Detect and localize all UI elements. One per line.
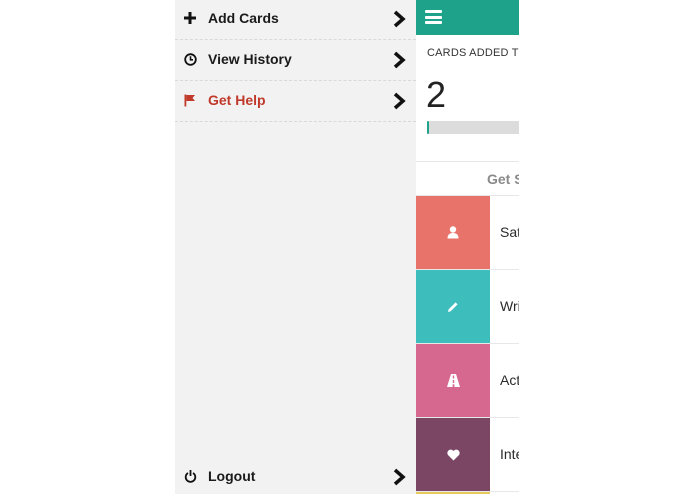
progress-fill bbox=[427, 121, 429, 134]
card-row-act[interactable]: Act bbox=[416, 344, 519, 418]
menu-item-label: Get Help bbox=[208, 92, 266, 108]
chevron-right-icon bbox=[392, 468, 406, 486]
menu-item-logout[interactable]: Logout bbox=[175, 458, 416, 498]
plus-icon bbox=[183, 11, 197, 25]
card-row-wri[interactable]: Wri bbox=[416, 270, 519, 344]
divider bbox=[416, 161, 519, 162]
pencil-icon bbox=[448, 301, 458, 312]
card-swatch bbox=[416, 196, 490, 269]
card-label: Inte bbox=[500, 446, 519, 462]
menu-item-add-cards[interactable]: Add Cards bbox=[175, 0, 416, 40]
chevron-right-icon bbox=[392, 10, 406, 28]
card-swatch bbox=[416, 418, 490, 491]
side-drawer: Add Cards View History Get Help Logout bbox=[175, 0, 416, 494]
clock-icon bbox=[183, 52, 197, 66]
card-row-inte[interactable]: Inte bbox=[416, 418, 519, 492]
card-swatch bbox=[416, 344, 490, 417]
menu-item-label: Logout bbox=[208, 468, 256, 484]
chevron-right-icon bbox=[392, 51, 406, 69]
power-icon bbox=[183, 469, 197, 483]
menu-item-get-help[interactable]: Get Help bbox=[175, 82, 416, 122]
main-panel: CARDS ADDED TO 2 Get S Sat Wri Act Inte bbox=[416, 0, 519, 494]
section-title: Get S bbox=[487, 171, 519, 187]
menu-item-label: View History bbox=[208, 51, 292, 67]
menu-icon[interactable] bbox=[425, 10, 442, 24]
app-header bbox=[416, 0, 519, 35]
progress-bar bbox=[427, 121, 519, 134]
card-swatch bbox=[416, 270, 490, 343]
menu-item-view-history[interactable]: View History bbox=[175, 41, 416, 81]
heart-icon bbox=[446, 449, 460, 460]
cards-added-label: CARDS ADDED TO bbox=[427, 47, 519, 59]
road-icon bbox=[446, 374, 460, 387]
chevron-right-icon bbox=[392, 92, 406, 110]
person-icon bbox=[447, 226, 459, 239]
flag-icon bbox=[183, 93, 197, 107]
cards-added-count: 2 bbox=[426, 74, 447, 115]
card-label: Sat bbox=[500, 224, 519, 240]
card-label: Wri bbox=[500, 298, 519, 314]
card-row-sat[interactable]: Sat bbox=[416, 196, 519, 270]
menu-item-label: Add Cards bbox=[208, 10, 279, 26]
card-label: Act bbox=[500, 372, 519, 388]
